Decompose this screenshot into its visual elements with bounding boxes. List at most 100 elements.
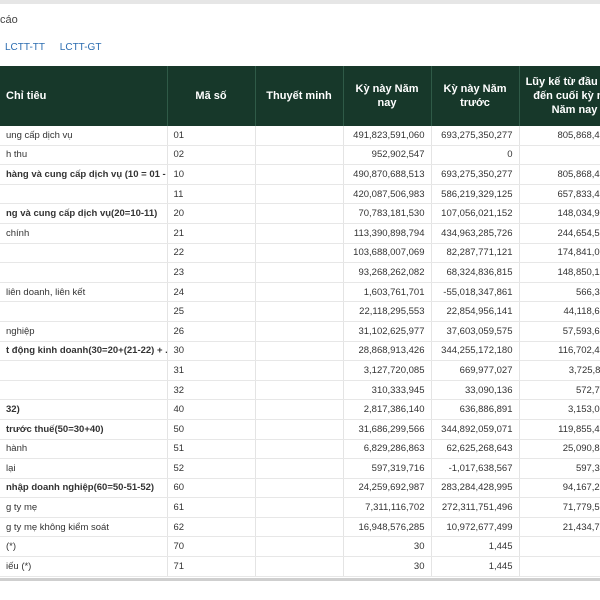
row-code: 50	[167, 419, 256, 440]
row-previous-year: 693,275,350,277	[431, 126, 520, 146]
table-row: hành 51 6,829,286,863 62,625,268,643 25,090,…	[0, 439, 600, 460]
table-row: iếu (*)71 301,44529	[0, 556, 600, 577]
table-row: hàng và cung cấp dịch vụ (10 = 01 - ... 1…	[0, 164, 600, 185]
row-name	[0, 380, 168, 401]
row-previous-year: 1,445	[431, 536, 520, 558]
row-current-year: 16,948,576,285	[343, 517, 432, 538]
row-name: ng và cung cấp dịch vụ(20=10-11)	[0, 203, 168, 224]
row-ytd: 116,702,414,97	[519, 341, 600, 362]
horizontal-scrollbar[interactable]	[0, 578, 600, 581]
row-name	[0, 301, 168, 322]
row-ytd: 3,725,811,49	[519, 360, 600, 381]
row-code: 26	[167, 321, 256, 342]
row-previous-year: 586,219,329,125	[431, 184, 520, 205]
row-previous-year: 68,324,836,815	[431, 262, 520, 283]
row-previous-year: 272,311,751,496	[431, 497, 520, 518]
row-ytd: 29	[519, 556, 600, 577]
row-current-year: 491,823,591,060	[343, 126, 432, 146]
row-note	[255, 360, 344, 381]
tab-lctt-gt[interactable]: LCTT-GT	[60, 42, 102, 53]
row-current-year: 2,817,386,140	[343, 399, 432, 420]
row-ytd: 566,328,61	[519, 282, 600, 303]
row-code: 20	[167, 203, 256, 224]
table-row: 32)40 2,817,386,140636,886,8913,153,043,3…	[0, 399, 600, 420]
row-code: 22	[167, 243, 256, 264]
row-name: nghiệp	[0, 321, 168, 342]
tab-lctt-tt[interactable]: LCTT-TT	[5, 42, 45, 53]
table-row: liên doanh, liên kết 24 1,603,761,701 -55,0…	[0, 282, 600, 303]
column-header-ky-nay-nam-truoc: Kỳ này Năm trước	[431, 66, 520, 126]
row-ytd: 21,434,757,81	[519, 517, 600, 538]
row-note	[255, 164, 344, 185]
row-name	[0, 360, 168, 381]
row-code: 70	[167, 536, 256, 558]
row-code: 24	[167, 282, 256, 303]
table-row: (*)70 301,44529	[0, 536, 600, 558]
row-code: 25	[167, 301, 256, 322]
row-note	[255, 497, 344, 518]
row-previous-year: 33,090,136	[431, 380, 520, 401]
row-code: 62	[167, 517, 256, 538]
row-previous-year: 344,892,059,071	[431, 419, 520, 440]
report-header: cáo LCTT-TT LCTT-GT	[0, 4, 600, 62]
row-code: 21	[167, 223, 256, 244]
row-note	[255, 145, 344, 166]
row-name: g ty mẹ không kiểm soát	[0, 517, 168, 538]
row-ytd: 148,850,127,99	[519, 262, 600, 283]
row-ytd: 57,593,649,59	[519, 321, 600, 342]
row-current-year: 31,102,625,977	[343, 321, 432, 342]
row-ytd: 94,167,254,25	[519, 478, 600, 499]
row-name	[0, 243, 168, 264]
report-tabs: LCTT-TT LCTT-GT	[5, 42, 113, 53]
column-header-thuyet-minh: Thuyết minh	[255, 66, 344, 126]
row-note	[255, 399, 344, 420]
row-ytd: 805,868,404,10	[519, 126, 600, 146]
row-ytd: 44,118,658,93	[519, 301, 600, 322]
row-code: 30	[167, 341, 256, 362]
table-row: 32 310,333,94533,090,136572,768,12	[0, 380, 600, 401]
row-ytd: 174,841,062,04	[519, 243, 600, 264]
row-code: 02	[167, 145, 256, 166]
row-previous-year: 82,287,771,121	[431, 243, 520, 264]
row-previous-year: 0	[431, 145, 520, 166]
row-code: 01	[167, 126, 256, 146]
row-note	[255, 223, 344, 244]
row-name: chính	[0, 223, 168, 244]
row-current-year: 24,259,692,987	[343, 478, 432, 499]
row-previous-year: -55,018,347,861	[431, 282, 520, 303]
row-name: hàng và cung cấp dịch vụ (10 = 01 - ...	[0, 164, 168, 185]
row-code: 71	[167, 556, 256, 577]
row-ytd: 119,855,458,35	[519, 419, 600, 440]
row-name: t động kinh doanh(30=20+(21-22) + ...	[0, 341, 168, 362]
row-name: 32)	[0, 399, 168, 420]
row-note	[255, 203, 344, 224]
income-statement-table-container[interactable]: Chỉ tiêu Mã số Thuyết minh Kỳ này Năm na…	[0, 66, 600, 596]
table-row: t động kinh doanh(30=20+(21-22) + ... 30 2…	[0, 341, 600, 362]
table-row: g ty mẹ 61 7,311,116,702 272,311,751,496 71,…	[0, 497, 600, 518]
column-header-chi-tieu: Chỉ tiêu	[0, 66, 168, 126]
row-current-year: 30	[343, 536, 432, 558]
row-note	[255, 126, 344, 146]
row-code: 52	[167, 458, 256, 479]
table-row: lại52 597,319,716-1,017,638,567597,319,71	[0, 458, 600, 479]
row-current-year: 31,686,299,566	[343, 419, 432, 440]
table-row: h thu 02 952,902,547 0	[0, 145, 600, 166]
row-current-year: 93,268,262,082	[343, 262, 432, 283]
row-ytd: 3,153,043,37	[519, 399, 600, 420]
breadcrumb: cáo	[0, 14, 18, 26]
row-code: 60	[167, 478, 256, 499]
row-name: liên doanh, liên kết	[0, 282, 168, 303]
row-current-year: 310,333,945	[343, 380, 432, 401]
row-note	[255, 243, 344, 264]
row-name: (*)	[0, 536, 168, 558]
row-ytd: 657,833,488,66	[519, 184, 600, 205]
row-current-year: 597,319,716	[343, 458, 432, 479]
row-name: trước thuế(50=30+40)	[0, 419, 168, 440]
row-note	[255, 536, 344, 558]
row-ytd: 148,034,915,43	[519, 203, 600, 224]
row-current-year: 103,688,007,069	[343, 243, 432, 264]
row-code: 51	[167, 439, 256, 460]
row-note	[255, 478, 344, 499]
row-previous-year: 669,977,027	[431, 360, 520, 381]
table-row: 31 3,127,720,085669,977,0273,725,811,49	[0, 360, 600, 381]
